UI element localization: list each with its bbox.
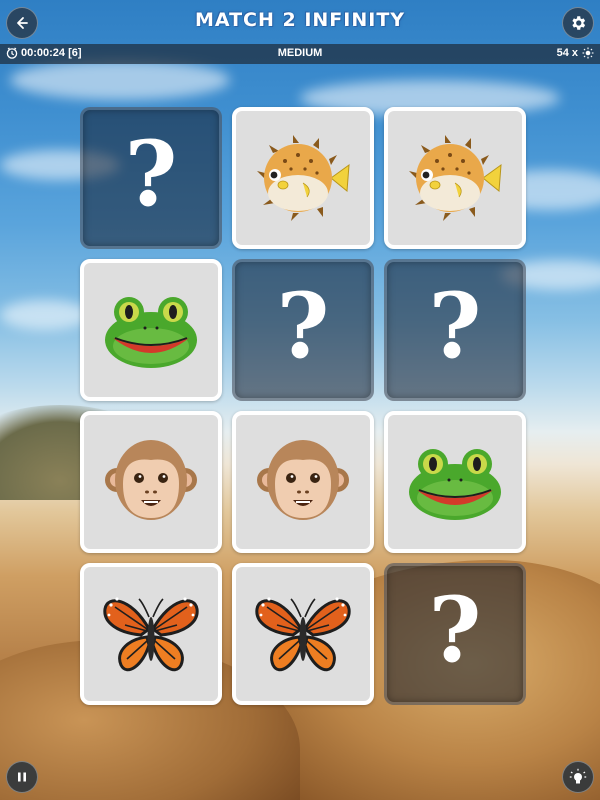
- card-frog[interactable]: [80, 259, 222, 401]
- top-bar: MATCH 2 INFINITY: [0, 0, 600, 44]
- card-pufferfish[interactable]: [232, 107, 374, 249]
- pause-button[interactable]: [6, 761, 38, 793]
- card-hidden[interactable]: ?: [384, 259, 526, 401]
- card-hidden[interactable]: ?: [384, 563, 526, 705]
- cloud: [10, 60, 230, 100]
- frog-icon: [105, 297, 197, 368]
- monkey-icon: [105, 440, 197, 520]
- monkey-icon: [257, 440, 349, 520]
- settings-button[interactable]: [562, 7, 594, 39]
- butterfly-icon: [103, 597, 199, 672]
- hint-count-group: 54 x: [557, 47, 594, 59]
- hint-count: 54 x: [556, 47, 578, 59]
- pufferfish-icon: [257, 135, 350, 221]
- card-monkey[interactable]: [80, 411, 222, 553]
- pause-icon: [18, 772, 26, 782]
- frog-icon: [409, 449, 501, 520]
- sun-icon: [582, 47, 594, 59]
- card-pufferfish[interactable]: [384, 107, 526, 249]
- gear-icon: [572, 16, 586, 30]
- card-frog[interactable]: [384, 411, 526, 553]
- butterfly-icon: [255, 597, 351, 672]
- pufferfish-icon: [409, 135, 502, 221]
- question-mark: ?: [428, 577, 482, 683]
- question-mark: ?: [124, 121, 178, 227]
- card-butterfly[interactable]: [232, 563, 374, 705]
- card-hidden[interactable]: ?: [80, 107, 222, 249]
- game-screen: MATCH 2 INFINITY 00:00:24 [6] MEDIUM 54 …: [0, 0, 600, 800]
- hint-button[interactable]: [562, 761, 594, 793]
- cloud: [0, 300, 90, 330]
- lightbulb-icon: [569, 768, 587, 784]
- card-hidden[interactable]: ?: [232, 259, 374, 401]
- card-grid: ? ? ? ?: [80, 107, 526, 705]
- status-bar: 00:00:24 [6] MEDIUM 54 x: [0, 44, 600, 64]
- question-mark: ?: [428, 273, 482, 379]
- card-monkey[interactable]: [232, 411, 374, 553]
- game-title: MATCH 2 INFINITY: [194, 9, 406, 31]
- card-butterfly[interactable]: [80, 563, 222, 705]
- difficulty-label: MEDIUM: [277, 47, 323, 59]
- question-mark: ?: [276, 273, 330, 379]
